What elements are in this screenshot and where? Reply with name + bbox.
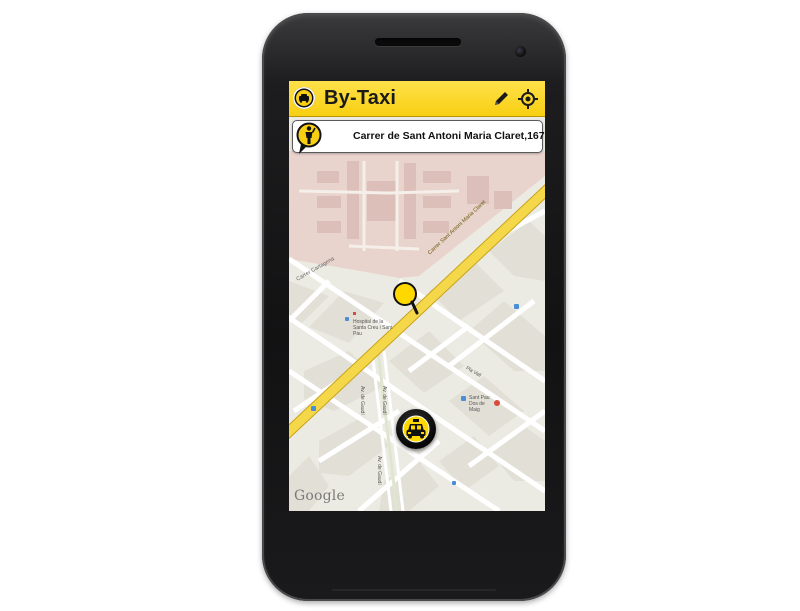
map-label-gaudi-3: Av. de Gaudí — [376, 456, 382, 485]
person-pin-icon — [296, 122, 322, 154]
map-label-gaudi-1: Av. de Gaudí — [359, 386, 365, 415]
map-label-gaudi-2: Av. de Gaudí — [381, 386, 387, 415]
google-attribution: Google — [294, 488, 345, 504]
taxi-icon[interactable] — [293, 87, 315, 109]
address-card[interactable]: Carrer de Sant Antoni Maria Claret,167 — [292, 120, 545, 154]
crosshair-icon[interactable] — [518, 89, 538, 109]
app-title: By-Taxi — [324, 87, 397, 109]
address-text: Carrer de Sant Antoni Maria Claret,167 — [353, 130, 545, 142]
map-label-metro: Sant Pau Dos de Maig — [469, 395, 490, 413]
location-pin-icon[interactable] — [391, 281, 421, 317]
phone-speaker — [375, 38, 461, 46]
taxi-icon — [402, 415, 430, 443]
map-label-hospital: Hospital de la Santa Creu i Sant Pau — [353, 319, 393, 337]
action-bar: By-Taxi — [289, 81, 545, 117]
phone-camera — [515, 46, 526, 57]
request-taxi-button[interactable] — [396, 409, 436, 449]
app-screen: Carrer Sant Antoni Maria Claret Carrer C… — [289, 81, 545, 511]
pencil-icon[interactable] — [492, 90, 510, 108]
phone-bottom-edge — [332, 589, 496, 591]
